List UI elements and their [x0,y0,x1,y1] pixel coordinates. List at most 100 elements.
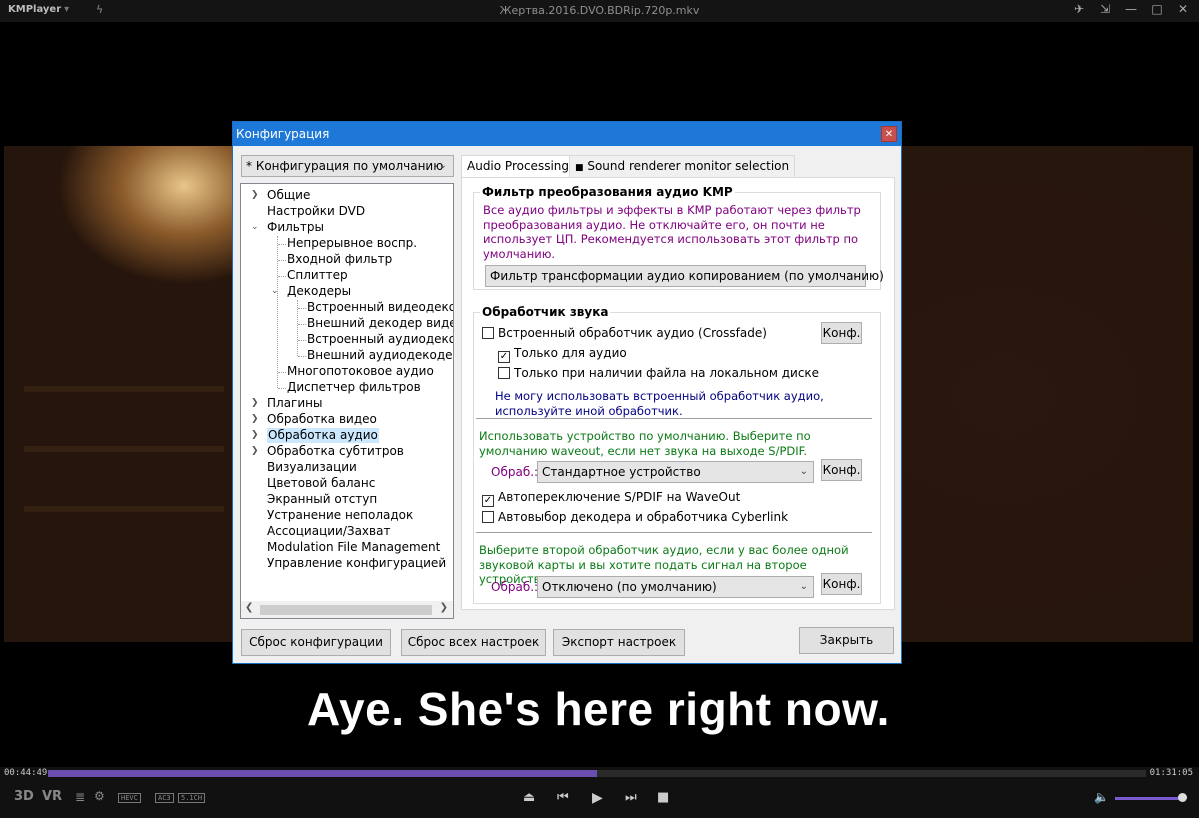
player-titlebar: KMPlayer ▾ ϟ Жертва.2016.DVO.BDRip.720p.m… [0,0,1199,22]
collapse-icon[interactable]: ⇲ [1097,2,1113,16]
3d-button[interactable]: 3D [14,789,34,804]
playlist-icon[interactable]: ≣ [75,790,85,804]
expand-chevron-icon[interactable]: ❯ [251,414,259,424]
stop-icon[interactable]: ■ [657,790,669,805]
checkbox-label: Встроенный обработчик аудио (Crossfade) [498,326,767,340]
configuration-dialog: Конфигурация ✕ * Конфигурация по умолчан… [232,121,902,664]
second-conf-button[interactable]: Конф. [821,573,862,595]
chevron-down-icon: ⌄ [799,581,808,592]
minimize-icon[interactable]: — [1123,2,1139,16]
tree-guide-line [278,260,286,261]
expand-chevron-icon[interactable]: ❯ [251,446,259,456]
export-settings-button[interactable]: Экспорт настроек [553,629,685,656]
checkbox-label: Автопереключение S/PDIF на WaveOut [498,490,741,504]
previous-icon[interactable]: ⏮ [557,790,569,805]
tree-guide-line [277,236,278,388]
tree-item[interactable]: Устранение неполадок [267,508,413,523]
tree-guide-line [278,372,286,373]
checkbox-label: Автовыбор декодера и обработчика Cyberli… [498,510,789,524]
tab-label: Sound renderer monitor selection [587,159,790,173]
tree-item[interactable]: Ассоциации/Захват [267,524,390,539]
tree-item[interactable]: Обработка аудио [267,428,379,443]
collapse-chevron-icon[interactable]: ⌄ [251,222,259,232]
expand-chevron-icon[interactable]: ❯ [251,398,259,408]
tree-item[interactable]: Внешний декодер видео [307,316,453,331]
checkbox-label: Только при наличии файла на локальном ди… [514,366,820,380]
tree-item[interactable]: Непрерывное воспр. [287,236,417,251]
total-time: 01:31:05 [1149,768,1193,778]
preset-select[interactable]: * Конфигурация по умолчанию ⌄ [241,155,454,177]
tree-item[interactable]: Визуализации [267,460,357,475]
scene-shelf [24,386,224,392]
tree-item[interactable]: Фильтры [267,220,324,235]
tree-item[interactable]: Modulation File Management [267,540,440,555]
tab-sound-renderer[interactable]: ■ Sound renderer monitor selection [569,155,796,177]
tree-item[interactable]: Диспетчер фильтров [287,380,421,395]
tree-guide-line [278,244,286,245]
crossfade-conf-button[interactable]: Конф. [821,322,862,344]
seek-track[interactable] [48,770,1146,777]
scroll-left-icon[interactable]: ❮ [245,602,253,613]
kmp-filter-group: Фильтр преобразования аудио KMP Все ауди… [473,185,884,290]
tree-item[interactable]: Плагины [267,396,322,411]
tree-item[interactable]: Сплиттер [287,268,348,283]
group-title: Фильтр преобразования аудио KMP [480,185,735,199]
reset-all-button[interactable]: Сброс всех настроек [401,629,546,656]
window-controls: ✈ ⇲ — □ ✕ [1071,2,1191,16]
chevron-down-icon: ⌄ [438,160,447,171]
divider [476,418,872,419]
close-icon[interactable]: ✕ [1175,2,1191,16]
tree-item[interactable]: Настройки DVD [267,204,365,219]
volume-knob[interactable] [1178,793,1187,802]
cyberlink-checkbox[interactable]: Автовыбор декодера и обработчика Cyberli… [482,510,788,524]
vr-button[interactable]: VR [42,789,62,804]
tree-item[interactable]: Экранный отступ [267,492,377,507]
tree-item[interactable]: Входной фильтр [287,252,392,267]
tree-guide-line [298,308,306,309]
crossfade-checkbox[interactable]: Встроенный обработчик аудио (Crossfade) [482,326,767,340]
next-icon[interactable]: ⏭ [625,790,637,805]
scene-shelf [24,446,224,452]
tab-icon: ■ [575,163,584,173]
tree-item[interactable]: Обработка видео [267,412,377,427]
settings-tree[interactable]: ❮ ❯ Общие ❯ Настройки DVD Фильтры ⌄ Непрерывн… [240,183,454,619]
maximize-icon[interactable]: □ [1149,2,1165,16]
tree-item[interactable]: Общие [267,188,310,203]
transform-filter-select[interactable]: Фильтр трансформации аудио копированием … [485,265,884,287]
eject-icon[interactable]: ⏏ [523,790,535,805]
expand-chevron-icon[interactable]: ❯ [251,430,259,440]
scroll-right-icon[interactable]: ❯ [440,602,448,613]
tree-item[interactable]: Цветовой баланс [267,476,375,491]
divider [476,532,872,533]
close-dialog-button[interactable]: Закрыть [799,627,894,654]
audio-only-checkbox[interactable]: ✓ Только для аудио [498,346,627,363]
dialog-close-icon[interactable]: ✕ [881,126,897,142]
device-conf-button[interactable]: Конф. [821,459,862,481]
expand-chevron-icon[interactable]: ❯ [251,190,259,200]
tree-item[interactable]: Встроенный аудиодекоде [307,332,453,347]
second-handler-select[interactable]: Отключено (по умолчанию) ⌄ [537,576,814,598]
tree-item[interactable]: Декодеры [287,284,351,299]
tree-item[interactable]: Встроенный видеодекоде [307,300,453,315]
pin-icon[interactable]: ✈ [1071,2,1087,16]
tree-item[interactable]: Обработка субтитров [267,444,404,459]
tree-horizontal-scrollbar[interactable]: ❮ ❯ [241,601,453,618]
play-icon[interactable]: ▶ [592,790,603,806]
scene-shelf [24,506,224,512]
reset-config-button[interactable]: Сброс конфигурации [241,629,391,656]
tree-item[interactable]: Многопотоковое аудио [287,364,434,379]
settings-gear-icon[interactable]: ⚙ [94,789,105,803]
tab-audio-processing[interactable]: Audio Processing [461,155,575,178]
volume-icon[interactable]: 🔈 [1094,790,1109,804]
tree-item[interactable]: Внешний аудиодекодер [307,348,453,363]
spdif-checkbox[interactable]: ✓ Автопереключение S/PDIF на WaveOut [482,490,740,507]
local-disk-checkbox[interactable]: Только при наличии файла на локальном ди… [498,366,819,380]
output-device-select[interactable]: Стандартное устройство ⌄ [537,461,814,483]
control-bar: 3D VR ≣ ⚙ HEVC AC3 5.1CH ⏏ ⏮ ▶ ⏭ ■ 🔈 [0,781,1199,818]
cannot-use-note: Не могу использовать встроенный обработч… [495,389,824,418]
seek-bar[interactable]: 00:44:49 01:31:05 [0,767,1199,781]
preset-value: * Конфигурация по умолчанию [246,159,444,173]
tree-item[interactable]: Управление конфигурацией [267,556,446,571]
volume-slider[interactable] [1115,797,1183,800]
scrollbar-thumb[interactable] [260,605,432,615]
